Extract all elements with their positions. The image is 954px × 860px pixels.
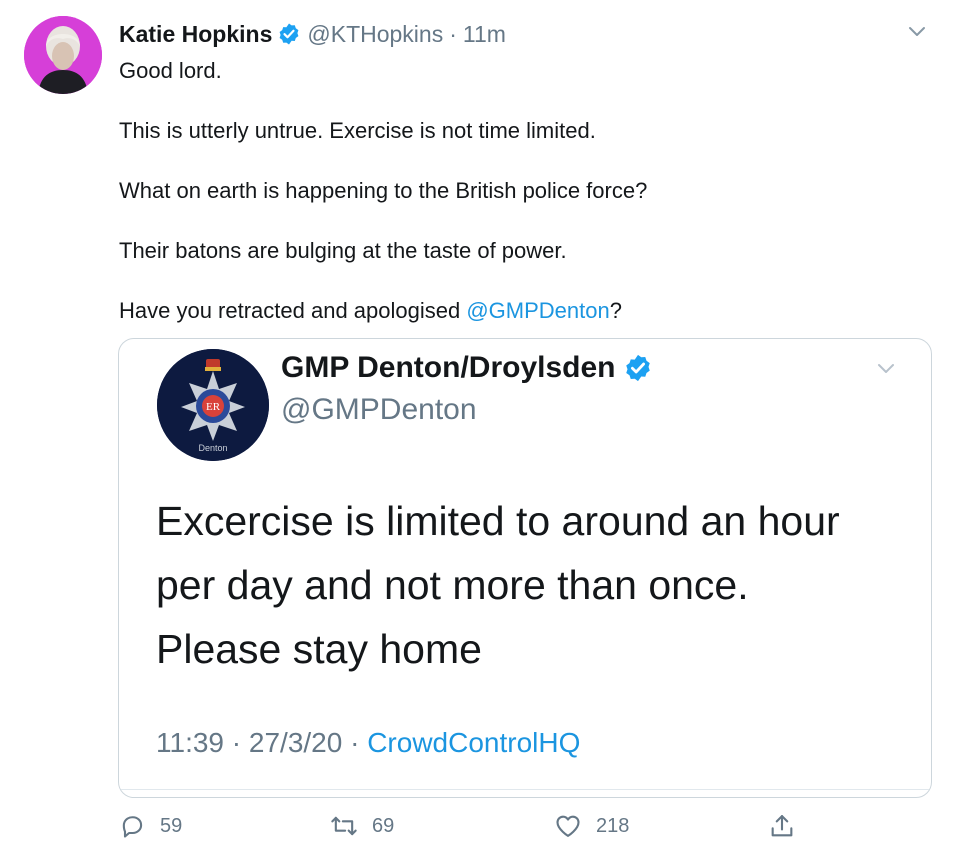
embedded-tweet-meta: 11:39 · 27/3/20 · CrowdControlHQ [156, 727, 580, 759]
tweet-time[interactable]: 11m [463, 21, 506, 48]
embedded-line: per day and not more than once. [156, 562, 749, 608]
share-icon [771, 815, 793, 837]
author-avatar[interactable] [24, 16, 102, 94]
author-name[interactable]: Katie Hopkins [119, 21, 272, 48]
tweet-line-text: Have you retracted and apologised [119, 298, 467, 323]
embedded-time: 11:39 [156, 727, 224, 758]
tweet-line: This is utterly untrue. Exercise is not … [119, 118, 596, 143]
header-separator: · [449, 20, 457, 47]
retweet-icon [331, 816, 357, 836]
tweet-line-last: Have you retracted and apologised @GMPDe… [119, 296, 919, 326]
tweet-body: Good lord. This is utterly untrue. Exerc… [119, 56, 919, 326]
police-crest-icon: ER Denton [157, 349, 269, 461]
chevron-down-icon[interactable] [904, 22, 930, 42]
heart-icon [556, 815, 580, 837]
tweet-line: What on earth is happening to the Britis… [119, 178, 648, 203]
reply-button[interactable]: 59 [118, 812, 182, 840]
meta-separator: · [231, 727, 242, 758]
embedded-tweet-text: Excercise is limited to around an hour p… [156, 489, 916, 681]
meta-separator: · [350, 727, 360, 758]
embedded-divider [119, 789, 931, 790]
reply-count: 59 [160, 814, 183, 837]
verified-badge-icon [626, 354, 651, 382]
embedded-source: CrowdControlHQ [367, 727, 581, 758]
police-badge-avatar: ER Denton [157, 349, 269, 461]
author-handle[interactable]: @KTHopkins [307, 21, 443, 48]
embedded-author-name: GMP Denton/Droylsden [281, 351, 653, 385]
retweet-count: 69 [372, 814, 395, 837]
retweet-button[interactable]: 69 [330, 812, 394, 840]
embedded-author-handle: @GMPDenton [281, 393, 477, 426]
author-avatar-image [24, 16, 102, 94]
like-button[interactable]: 218 [554, 812, 629, 840]
tweet-header: Katie Hopkins @KTHopkins · 11m [119, 18, 506, 50]
embedded-line: Excercise is limited to around an hour [156, 498, 840, 544]
embedded-tweet-image[interactable]: ER Denton GMP Denton/Droylsden @GMPDento… [118, 338, 932, 798]
reply-icon [122, 816, 143, 838]
crest-letters: ER [206, 401, 221, 413]
verified-badge-icon [279, 23, 299, 45]
tweet-actions: 59 69 218 [118, 812, 818, 846]
tweet-line: Their batons are bulging at the taste of… [119, 238, 567, 263]
embedded-line: Please stay home [156, 626, 482, 672]
embedded-date: 27/3/20 [248, 727, 343, 758]
share-button[interactable] [768, 812, 810, 840]
chevron-down-icon [878, 364, 894, 373]
tweet-line-suffix: ? [609, 298, 622, 323]
badge-caption: Denton [198, 443, 227, 453]
embedded-name-text: GMP Denton/Droylsden [281, 351, 616, 384]
like-count: 218 [596, 814, 630, 837]
mention-link[interactable]: @GMPDenton [466, 298, 609, 323]
tweet-line: Good lord. [119, 58, 222, 83]
